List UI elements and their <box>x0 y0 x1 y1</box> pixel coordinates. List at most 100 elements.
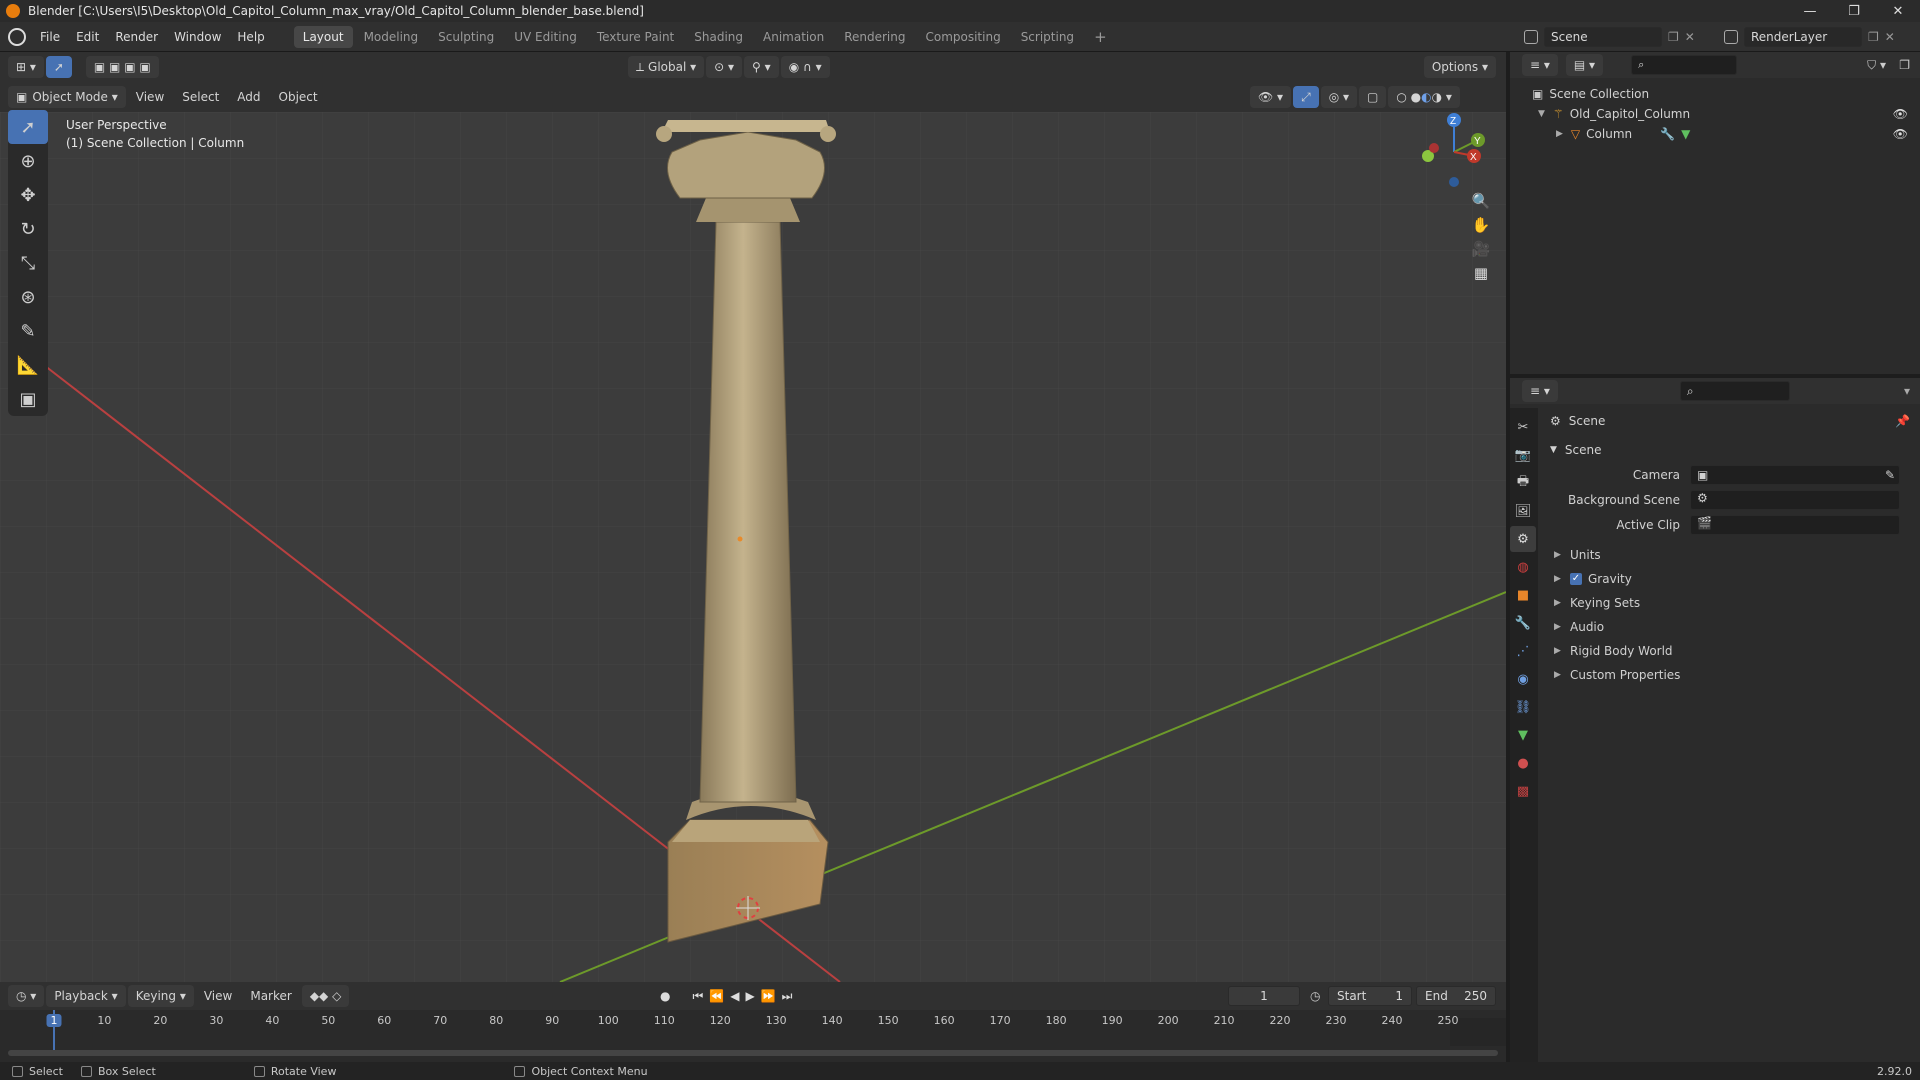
tab-modifiers[interactable]: 🔧 <box>1510 610 1536 636</box>
display-mode-dropdown[interactable]: ▤ ▾ <box>1565 54 1604 76</box>
tab-output[interactable]: 🖶 <box>1510 470 1536 496</box>
visibility-eye-icon[interactable]: 👁 <box>1893 127 1908 141</box>
eyedropper-icon[interactable]: ✎ <box>1885 468 1895 482</box>
gravity-checkbox[interactable]: ✓ <box>1570 573 1582 585</box>
start-frame-field[interactable]: Start 1 <box>1328 986 1412 1006</box>
tab-modeling[interactable]: Modeling <box>355 26 428 48</box>
transform-tool[interactable]: ⊛ <box>8 280 48 314</box>
tab-particles[interactable]: ⋰ <box>1510 638 1536 664</box>
timeline-editor-type[interactable]: ◷ ▾ <box>8 985 45 1007</box>
tab-scripting[interactable]: Scripting <box>1012 26 1083 48</box>
menu-window[interactable]: Window <box>166 22 229 52</box>
tab-rendering[interactable]: Rendering <box>835 26 914 48</box>
new-collection-icon[interactable]: ❐ <box>1899 58 1910 72</box>
keyframe-buttons[interactable]: ◆◆ ◇ <box>301 985 350 1007</box>
maximize-button[interactable]: ❐ <box>1832 0 1876 22</box>
keying-menu[interactable]: Keying ▾ <box>127 985 194 1007</box>
background-scene-field[interactable]: ⚙ <box>1690 489 1900 510</box>
measure-tool[interactable]: 📐 <box>8 348 48 382</box>
timeline-scrollbar[interactable] <box>8 1050 1498 1056</box>
prev-keyframe-button[interactable]: ⏪ <box>709 989 724 1003</box>
expand-triangle-icon[interactable]: ▼ <box>1538 109 1545 119</box>
tab-tool[interactable]: ✂ <box>1510 414 1536 440</box>
tab-world[interactable]: ◍ <box>1510 554 1536 580</box>
new-view-layer-icon[interactable]: ❐ <box>1868 30 1879 44</box>
visibility-eye-icon[interactable]: 👁 <box>1893 107 1908 121</box>
preview-range-icon[interactable]: ◷ <box>1310 989 1320 1003</box>
add-cube-tool[interactable]: ▣ <box>8 382 48 416</box>
annotate-tool[interactable]: ✎ <box>8 314 48 348</box>
camera-view-icon[interactable]: 🎥 <box>1472 240 1491 258</box>
gizmo-toggle[interactable]: ⤢ <box>1293 86 1319 108</box>
outliner-row-scene-collection[interactable]: ▣ Scene Collection <box>1510 84 1920 104</box>
pan-hand-icon[interactable]: ✋ <box>1472 216 1491 234</box>
playback-menu[interactable]: Playback ▾ <box>46 985 126 1007</box>
3d-viewport[interactable]: User Perspective (1) Scene Collection | … <box>0 112 1506 982</box>
tab-scene[interactable]: ⚙ <box>1510 526 1536 552</box>
properties-search-input[interactable]: ⌕ <box>1679 381 1790 401</box>
properties-editor-type[interactable]: ≡ ▾ <box>1522 380 1558 402</box>
editor-type-button[interactable]: ⊞ ▾ <box>8 56 44 78</box>
close-button[interactable]: ✕ <box>1876 0 1920 22</box>
pin-icon[interactable]: 📌 <box>1895 414 1910 428</box>
minimize-button[interactable]: — <box>1788 0 1832 22</box>
outliner-search-input[interactable]: ⌕ <box>1631 55 1738 75</box>
end-frame-field[interactable]: End 250 <box>1416 986 1496 1006</box>
marker-menu[interactable]: Marker <box>242 985 299 1007</box>
play-button[interactable]: ▶ <box>745 989 754 1003</box>
viewport-menu-view[interactable]: View <box>128 86 172 108</box>
tab-layout[interactable]: Layout <box>293 25 353 48</box>
pivot-dropdown[interactable]: ⊙ ▾ <box>706 56 743 78</box>
tab-uv-editing[interactable]: UV Editing <box>505 26 586 48</box>
viewport-menu-add[interactable]: Add <box>229 86 268 108</box>
next-keyframe-button[interactable]: ⏩ <box>761 989 776 1003</box>
blender-menu-icon[interactable] <box>8 27 26 46</box>
scene-selector[interactable]: Scene <box>1544 27 1662 47</box>
filter-icon[interactable]: ⛉ ▾ <box>1867 58 1886 73</box>
play-reverse-button[interactable]: ◀ <box>730 989 739 1003</box>
menu-help[interactable]: Help <box>229 22 272 52</box>
timeline-view-menu[interactable]: View <box>196 985 240 1007</box>
delete-view-layer-icon[interactable]: ✕ <box>1885 30 1895 44</box>
tab-material[interactable]: ● <box>1510 750 1536 776</box>
tab-texture-paint[interactable]: Texture Paint <box>588 26 683 48</box>
gravity-panel[interactable]: ▶ ✓ Gravity <box>1540 567 1920 591</box>
navigation-gizmo[interactable]: Z Y X <box>1412 112 1492 192</box>
outliner-editor-type[interactable]: ≡ ▾ <box>1522 54 1558 76</box>
tab-object[interactable]: ■ <box>1510 582 1536 608</box>
outliner-row-collection[interactable]: ▼ ⚚ Old_Capitol_Column 👁 <box>1510 104 1920 124</box>
menu-render[interactable]: Render <box>107 22 166 52</box>
jump-end-button[interactable]: ⏭ <box>782 989 793 1004</box>
scale-tool[interactable]: ⤡ <box>8 246 48 280</box>
move-tool[interactable]: ✥ <box>8 178 48 212</box>
jump-start-button[interactable]: ⏮ <box>692 989 703 1004</box>
shading-buttons[interactable]: ○ ● ◐ ◑ ▾ <box>1388 86 1460 108</box>
select-tool-button[interactable]: ➚ <box>45 56 72 78</box>
overlay-toggle[interactable]: ◎ ▾ <box>1320 86 1357 108</box>
properties-options-icon[interactable]: ▾ <box>1904 384 1910 398</box>
current-frame-field[interactable]: 1 <box>1228 986 1300 1006</box>
tab-compositing[interactable]: Compositing <box>916 26 1009 48</box>
tab-render[interactable]: 📷 <box>1510 442 1536 468</box>
proportional-edit-button[interactable]: ◉ ∩ ▾ <box>780 56 830 78</box>
audio-panel[interactable]: ▶ Audio <box>1540 615 1920 639</box>
custom-properties-panel[interactable]: ▶ Custom Properties <box>1540 663 1920 687</box>
camera-field[interactable]: ▣ ✎ <box>1690 464 1900 485</box>
tab-physics[interactable]: ◉ <box>1510 666 1536 692</box>
viewport-menu-select[interactable]: Select <box>174 86 227 108</box>
tab-texture[interactable]: ▩ <box>1510 778 1536 804</box>
visibility-dropdown[interactable]: 👁 ▾ <box>1250 86 1292 108</box>
mode-dropdown[interactable]: ▣ Object Mode ▾ <box>8 86 126 108</box>
tab-data[interactable]: ▼ <box>1510 722 1536 748</box>
menu-file[interactable]: File <box>32 22 68 52</box>
xray-toggle[interactable]: ▢ <box>1359 86 1387 108</box>
tab-sculpting[interactable]: Sculpting <box>429 26 503 48</box>
outliner-row-column[interactable]: ▶ ▽ Column 🔧 ▼ 👁 <box>1510 124 1920 144</box>
select-mode-buttons[interactable]: ▣ ▣ ▣ ▣ <box>85 56 159 78</box>
options-dropdown[interactable]: Options ▾ <box>1423 56 1496 78</box>
view-layer-selector[interactable]: RenderLayer <box>1744 27 1862 47</box>
perspective-grid-icon[interactable]: ▦ <box>1474 264 1488 282</box>
keying-sets-panel[interactable]: ▶ Keying Sets <box>1540 591 1920 615</box>
add-workspace-button[interactable]: + <box>1085 26 1116 48</box>
record-button[interactable]: ● <box>660 989 670 1003</box>
